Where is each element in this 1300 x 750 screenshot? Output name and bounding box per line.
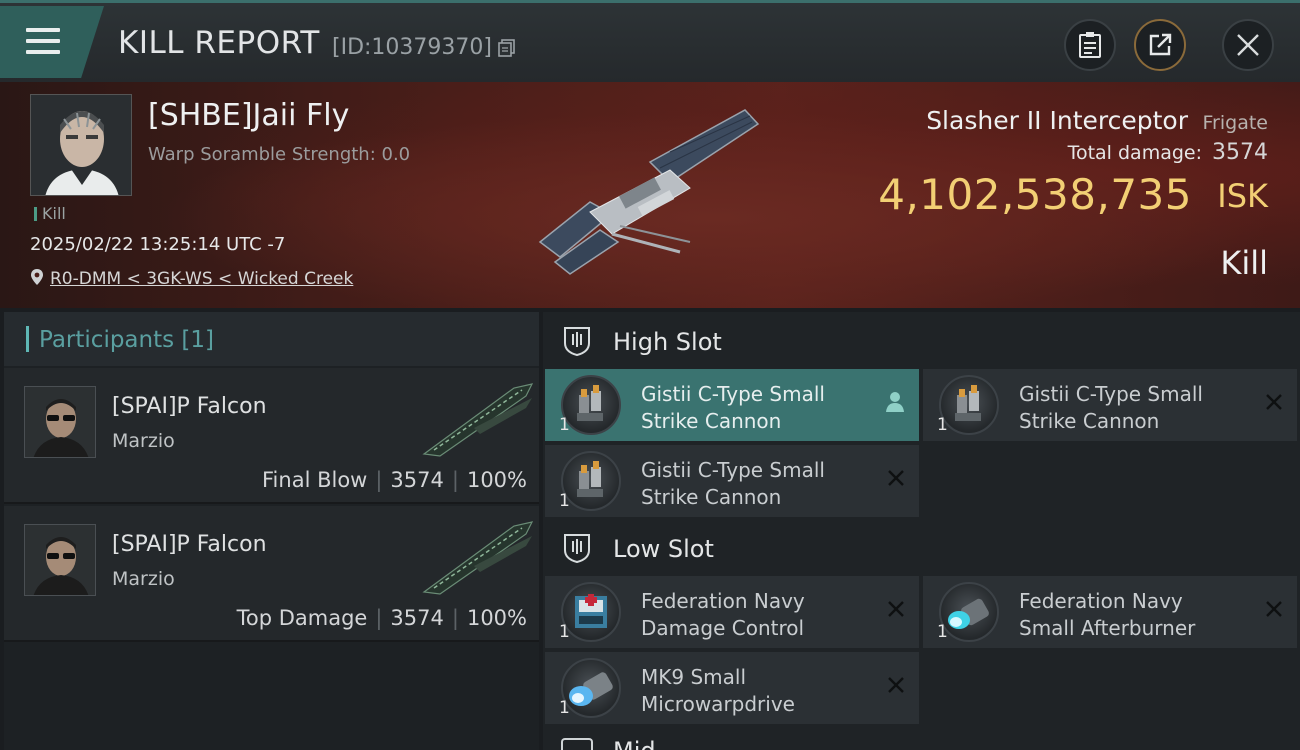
destroyed-x-icon	[1266, 394, 1282, 410]
participant-corp: Marzio	[112, 568, 175, 590]
page-title: KILL REPORT	[118, 25, 320, 61]
participant-role: Top Damage	[236, 606, 368, 630]
menu-button[interactable]	[0, 6, 104, 78]
victim-ship-image[interactable]	[520, 102, 770, 282]
victim-banner: [SHBE]Jaii Fly Warp Soramble Strength: 0…	[0, 82, 1300, 308]
clipboard-button[interactable]	[1064, 19, 1116, 71]
mid-slot-header: Mid Slot	[543, 736, 1300, 750]
pilot-icon	[886, 392, 904, 412]
location-pin-icon	[31, 269, 43, 285]
module-quantity: 1	[559, 698, 570, 718]
module-slot[interactable]: 1 Federation Navy Damage Control	[545, 576, 919, 648]
participant-row[interactable]: [SPAI]P Falcon Marzio Top Damage | 3574 | 10…	[4, 506, 539, 642]
module-quantity: 1	[559, 622, 570, 642]
participants-header: Participants [1]	[4, 312, 539, 366]
ship-name[interactable]: Slasher II Interceptor	[926, 106, 1188, 135]
participant-row[interactable]: [SPAI]P Falcon Marzio Final Blow | 3574 | 10…	[4, 368, 539, 504]
close-button[interactable]	[1222, 19, 1274, 71]
module-quantity: 1	[559, 491, 570, 511]
strike-cannon-icon	[939, 375, 999, 435]
module-slot[interactable]: 1 MK9 Small Microwarpdrive	[545, 652, 919, 724]
participant-name[interactable]: [SPAI]P Falcon	[112, 532, 267, 557]
strike-cannon-icon	[561, 375, 621, 435]
participant-corp: Marzio	[112, 430, 175, 452]
kill-tag: Kill	[34, 204, 66, 223]
participant-avatar[interactable]	[24, 386, 96, 458]
module-slot[interactable]: 1 Federation Navy Small Afterburner	[923, 576, 1297, 648]
total-damage-label: Total damage:	[1067, 142, 1202, 164]
close-icon	[1237, 34, 1259, 56]
high-slot-header: High Slot	[543, 314, 1300, 368]
ship-class: Frigate	[1202, 112, 1268, 134]
strike-cannon-icon	[561, 451, 621, 511]
participant-stats: Top Damage | 3574 | 100%	[236, 606, 527, 630]
victim-portrait[interactable]	[30, 94, 132, 196]
module-quantity: 1	[559, 415, 570, 435]
module-name: Gistii C-Type Small Strike Cannon	[1019, 382, 1203, 433]
low-slot-icon	[564, 534, 590, 564]
destroyed-x-icon	[888, 470, 904, 486]
module-name: Gistii C-Type Small Strike Cannon	[641, 458, 825, 509]
afterburner-icon	[939, 582, 999, 642]
microwarpdrive-icon	[561, 658, 621, 718]
share-button[interactable]	[1134, 19, 1186, 71]
participant-avatar[interactable]	[24, 524, 96, 596]
victim-name[interactable]: [SHBE]Jaii Fly	[148, 98, 349, 133]
low-slot-header: Low Slot	[543, 521, 1300, 575]
clipboard-icon	[1079, 32, 1101, 58]
isk-value: 4,102,538,735	[878, 170, 1192, 219]
warp-scramble-strength: Warp Soramble Strength: 0.0	[148, 144, 411, 165]
high-slot-icon	[564, 327, 590, 357]
kill-location[interactable]: R0-DMM < 3GK-WS < Wicked Creek	[30, 268, 353, 289]
participant-ship-image[interactable]	[414, 378, 539, 458]
module-name: Gistii C-Type Small Strike Cannon	[641, 382, 825, 433]
module-slot[interactable]: 1 Gistii C-Type Small Strike Cannon	[923, 369, 1297, 441]
participant-percent: 100%	[466, 606, 527, 630]
participant-damage: 3574	[390, 468, 444, 492]
participant-name[interactable]: [SPAI]P Falcon	[112, 394, 267, 419]
module-name: Federation Navy Small Afterburner	[1019, 589, 1196, 640]
total-damage-value: 3574	[1212, 140, 1268, 165]
low-slot-label: Low Slot	[613, 535, 714, 563]
participant-role: Final Blow	[262, 468, 368, 492]
damage-control-icon	[561, 582, 621, 642]
participant-damage: 3574	[390, 606, 444, 630]
module-quantity: 1	[937, 622, 948, 642]
destroyed-x-icon	[888, 601, 904, 617]
mid-slot-icon	[561, 738, 593, 750]
fitting-panel: High Slot 1 Gistii C-Type Small Strike C…	[543, 312, 1300, 750]
module-slot[interactable]: 1 Gistii C-Type Small Strike Cannon	[545, 445, 919, 517]
report-id: [ID:10379370]	[332, 35, 492, 60]
destroyed-x-icon	[888, 677, 904, 693]
participants-panel: Participants [1] [SPAI]P Falcon Marzio F…	[4, 312, 539, 750]
module-name: MK9 Small Microwarpdrive	[641, 665, 795, 716]
kill-result: Kill	[1220, 244, 1268, 282]
isk-unit: ISK	[1217, 177, 1268, 215]
share-icon	[1149, 33, 1172, 56]
participant-ship-image[interactable]	[414, 516, 539, 596]
participant-stats: Final Blow | 3574 | 100%	[262, 468, 527, 492]
high-slot-label: High Slot	[613, 328, 722, 356]
participant-percent: 100%	[466, 468, 527, 492]
copy-icon[interactable]	[498, 39, 516, 57]
module-slot[interactable]: 1 Gistii C-Type Small Strike Cannon	[545, 369, 919, 441]
module-name: Federation Navy Damage Control	[641, 589, 805, 640]
kill-datetime: 2025/02/22 13:25:14 UTC -7	[30, 234, 286, 255]
menu-icon	[26, 28, 60, 54]
mid-slot-label: Mid Slot	[613, 736, 703, 750]
top-bar: KILL REPORT [ID:10379370]	[0, 0, 1300, 82]
module-quantity: 1	[937, 415, 948, 435]
destroyed-x-icon	[1266, 601, 1282, 617]
